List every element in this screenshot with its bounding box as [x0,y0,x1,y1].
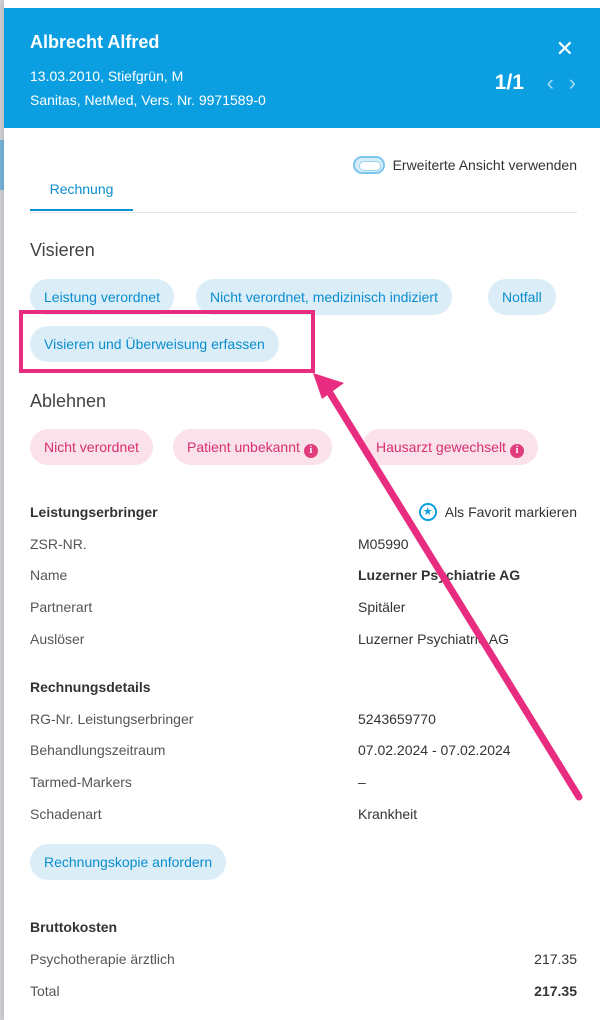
nicht-verordnet-label: Nicht verordnet [44,439,139,455]
tarmed-markers-value: – [358,774,366,790]
annotation-highlight-box [19,310,315,373]
extended-view-label: Erweiterte Ansicht verwenden [392,157,577,173]
chevron-left-icon[interactable]: ‹ [547,70,554,96]
schadenart-value: Krankheit [358,806,418,822]
schadenart-label: Schadenart [30,806,102,822]
ablehnen-heading: Ablehnen [30,391,107,411]
favorite-toggle[interactable]: ★ Als Favorit markieren [418,503,577,521]
partnerart-label: Partnerart [30,599,93,615]
rg-nr-value: 5243659770 [358,711,436,727]
zsr-value: M05990 [358,536,409,552]
visieren-heading: Visieren [30,240,95,260]
name-label: Name [30,567,68,583]
tab-rechnung[interactable]: Rechnung [30,181,133,211]
behandlungszeitraum-value: 07.02.2024 - 07.02.2024 [358,742,511,758]
zsr-label: ZSR-NR. [30,536,87,552]
notfall-button[interactable]: Notfall [488,279,556,315]
patient-insurance-info: Sanitas, NetMed, Vers. Nr. 9971589-0 [30,92,266,108]
rechnungsdetails-heading: Rechnungsdetails [30,679,151,695]
bruttokosten-heading: Bruttokosten [30,919,118,935]
behandlungszeitraum-label: Behandlungszeitraum [30,742,166,758]
ausloeser-value: Luzerner Psychiatrie AG [358,631,509,647]
toggle-knob [358,161,381,171]
invoice-side-panel: Albrecht Alfred 13.03.2010, Stiefgrün, M… [4,0,600,1020]
psychotherapie-value: 217.35 [534,951,577,967]
total-label: Total [30,983,60,999]
hausarzt-gewechselt-button[interactable]: Hausarzt gewechselt i [362,429,538,465]
chevron-right-icon[interactable]: › [569,70,576,96]
patient-birth-info: 13.03.2010, Stiefgrün, M [30,68,184,84]
rg-nr-label: RG-Nr. Leistungserbringer [30,711,194,727]
hausarzt-gewechselt-label: Hausarzt gewechselt [376,439,506,455]
nicht-verordnet-button[interactable]: Nicht verordnet [30,429,153,465]
favorite-label: Als Favorit markieren [444,504,577,520]
patient-unbekannt-label: Patient unbekannt [187,439,300,455]
partnerart-value: Spitäler [358,599,406,615]
extended-view-toggle-row[interactable]: Erweiterte Ansicht verwenden [352,156,577,174]
tab-divider [30,212,577,213]
info-icon: i [509,444,524,458]
patient-unbekannt-button[interactable]: Patient unbekannt i [173,429,332,465]
extended-view-toggle[interactable] [352,156,385,174]
name-value: Luzerner Psychiatrie AG [358,567,521,583]
tarmed-markers-label: Tarmed-Markers [30,774,132,790]
patient-header: Albrecht Alfred 13.03.2010, Stiefgrün, M… [4,8,600,128]
pager-count: 1/1 [494,71,524,94]
ausloeser-label: Auslöser [30,631,85,647]
patient-name: Albrecht Alfred [30,32,160,52]
rechnungskopie-button[interactable]: Rechnungskopie anfordern [30,844,227,880]
psychotherapie-label: Psychotherapie ärztlich [30,951,175,967]
leistungserbringer-heading: Leistungserbringer [30,504,158,520]
close-icon[interactable]: ✕ [556,36,574,62]
star-icon: ★ [418,503,437,521]
total-value: 217.35 [534,983,577,999]
info-icon: i [303,444,318,458]
